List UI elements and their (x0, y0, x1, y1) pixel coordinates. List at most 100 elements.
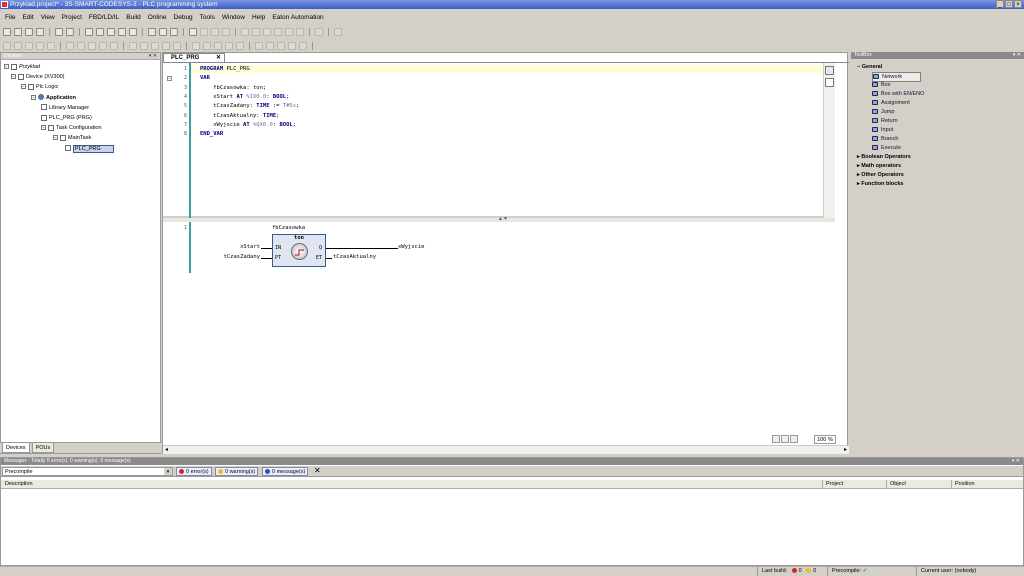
toolbar-button-icon[interactable] (170, 27, 178, 36)
fbd-toolbar-button-icon[interactable] (77, 41, 85, 50)
panel-pin-icon[interactable]: ▾ ✕ (149, 53, 157, 60)
collapse-icon[interactable]: − (41, 125, 46, 131)
tab-plc-prg[interactable]: PLC_PRG ✕ (163, 53, 225, 62)
fbd-toolbar-button-icon[interactable] (14, 41, 22, 50)
fbd-toolbar-button-icon[interactable] (129, 41, 137, 50)
toolbar-button-icon[interactable] (263, 27, 271, 36)
messages-pin-icon[interactable]: ▾ ✕ (1012, 458, 1020, 465)
toolbar-button-icon[interactable] (211, 27, 219, 36)
column-description[interactable]: Description (2, 480, 33, 488)
toolbar-button-icon[interactable] (189, 27, 197, 36)
menu-fbd-ld-il[interactable]: FBD/LD/IL (89, 12, 119, 23)
toolbar-button-icon[interactable] (334, 27, 342, 36)
fbd-toolbar-button-icon[interactable] (99, 41, 107, 50)
menu-view[interactable]: View (41, 12, 55, 23)
output-var-xwyjscie[interactable]: xWyjscie (398, 244, 425, 250)
declaration-scrollbar[interactable] (823, 63, 835, 218)
warnings-filter-button[interactable]: 0 warning(s) (215, 467, 259, 476)
fbd-toolbar-button-icon[interactable] (255, 41, 263, 50)
toolbar-button-icon[interactable] (36, 27, 44, 36)
declaration-pane[interactable]: 1 PROGRAM PLC_PRG 2 VAR 3 fbCzasowka: ton; 4 … (163, 63, 835, 218)
clear-messages-icon[interactable]: ✕ (314, 466, 321, 476)
toolbox-pin-icon[interactable]: ▾ ✕ (1013, 52, 1021, 59)
fbd-toolbar-button-icon[interactable] (140, 41, 148, 50)
menu-eaton-automation[interactable]: Eaton Automation (272, 12, 323, 23)
fb-instance-name[interactable]: fbCzasowka (272, 225, 305, 231)
column-project[interactable]: Project (822, 480, 843, 488)
fbd-toolbar-button-icon[interactable] (214, 41, 222, 50)
toolbar-button-icon[interactable] (85, 27, 93, 36)
toolbox-item-assignment[interactable]: Assignment (872, 99, 910, 107)
toolbar-button-icon[interactable] (129, 27, 137, 36)
close-window-button[interactable]: × (1014, 0, 1022, 8)
tree-node-plc-prg[interactable]: PLC_PRG (65, 144, 114, 153)
network-gutter[interactable] (189, 222, 191, 273)
fbd-toolbar-button-icon[interactable] (36, 41, 44, 50)
toolbar-button-icon[interactable] (118, 27, 126, 36)
menu-help[interactable]: Help (252, 12, 265, 23)
menu-debug[interactable]: Debug (174, 12, 193, 23)
toolbar-button-icon[interactable] (241, 27, 249, 36)
toolbox-category-general[interactable]: − General (857, 63, 882, 71)
column-position[interactable]: Position (951, 480, 975, 488)
scroll-left-icon[interactable]: ◂ (165, 446, 168, 453)
fbd-toolbar-button-icon[interactable] (162, 41, 170, 50)
fbd-toolbar-button-icon[interactable] (25, 41, 33, 50)
fbd-toolbar-button-icon[interactable] (277, 41, 285, 50)
fb-ton-box[interactable]: ton IN PT Q ET (272, 234, 326, 267)
toolbar-button-icon[interactable] (96, 27, 104, 36)
toolbox-category-other-operators[interactable]: ▸ Other Operators (857, 171, 904, 179)
minimize-button[interactable]: _ (996, 0, 1004, 8)
tree-node-task-configuration[interactable]: − Task Configuration (41, 124, 102, 132)
tab-devices[interactable]: Devices (2, 443, 30, 453)
toolbox-item-input[interactable]: Input (872, 126, 893, 134)
errors-filter-button[interactable]: 0 error(s) (176, 467, 212, 476)
toolbox-item-box[interactable]: Box (872, 81, 890, 89)
fbd-toolbar-button-icon[interactable] (203, 41, 211, 50)
fbd-toolbar-button-icon[interactable] (47, 41, 55, 50)
message-category-select[interactable]: Precompile ▾ (2, 467, 173, 476)
toolbar-button-icon[interactable] (107, 27, 115, 36)
toolbar-button-icon[interactable] (14, 27, 22, 36)
fbd-toolbar-button-icon[interactable] (3, 41, 11, 50)
toolbox-item-branch[interactable]: Branch (872, 135, 898, 143)
output-var-tczasaktualny[interactable]: tCzasAktualny (333, 254, 376, 260)
toolbox-category-math-operators[interactable]: ▸ Math operators (857, 162, 901, 170)
declaration-view-icon[interactable] (825, 66, 834, 75)
tree-node-plc-logic[interactable]: − Plc Logic (21, 83, 58, 91)
menu-window[interactable]: Window (222, 12, 245, 23)
input-var-xstart[interactable]: xStart (240, 244, 260, 250)
fbd-toolbar-button-icon[interactable] (225, 41, 233, 50)
collapse-icon[interactable]: − (31, 94, 36, 100)
fbd-toolbar-button-icon[interactable] (288, 41, 296, 50)
pan-tool-icon[interactable] (781, 435, 789, 443)
toolbar-button-icon[interactable] (25, 27, 33, 36)
toolbar-button-icon[interactable] (222, 27, 230, 36)
collapse-icon[interactable]: − (4, 64, 9, 70)
fbd-toolbar-button-icon[interactable] (88, 41, 96, 50)
toolbar-button-icon[interactable] (274, 27, 282, 36)
toolbox-item-box-with-en-eno[interactable]: Box with EN/ENO (872, 90, 924, 98)
fbd-toolbar-button-icon[interactable] (173, 41, 181, 50)
toolbar-button-icon[interactable] (66, 27, 74, 36)
scroll-right-icon[interactable]: ▸ (844, 446, 847, 453)
declaration-table-icon[interactable] (825, 78, 834, 87)
tree-node-library-manager[interactable]: Library Manager (41, 104, 89, 112)
messages-filter-button[interactable]: 0 message(s) (262, 467, 309, 476)
menu-tools[interactable]: Tools (200, 12, 215, 23)
toolbar-button-icon[interactable] (296, 27, 304, 36)
editor-horizontal-scrollbar[interactable]: ◂ ▸ (163, 445, 849, 454)
fold-icon[interactable]: − (167, 76, 172, 81)
toolbox-item-jump[interactable]: Jump (872, 108, 894, 116)
menu-online[interactable]: Online (148, 12, 167, 23)
toolbar-button-icon[interactable] (252, 27, 260, 36)
fbd-toolbar-button-icon[interactable] (66, 41, 74, 50)
maximize-button[interactable]: □ (1005, 0, 1013, 8)
tree-node-plc-prg-prg[interactable]: PLC_PRG (PRG) (41, 114, 92, 122)
fbd-toolbar-button-icon[interactable] (151, 41, 159, 50)
collapse-icon[interactable]: − (11, 74, 16, 80)
menu-project[interactable]: Project (62, 12, 82, 23)
tab-pous[interactable]: POUs (31, 443, 55, 453)
toolbar-button-icon[interactable] (315, 27, 323, 36)
menu-edit[interactable]: Edit (22, 12, 33, 23)
